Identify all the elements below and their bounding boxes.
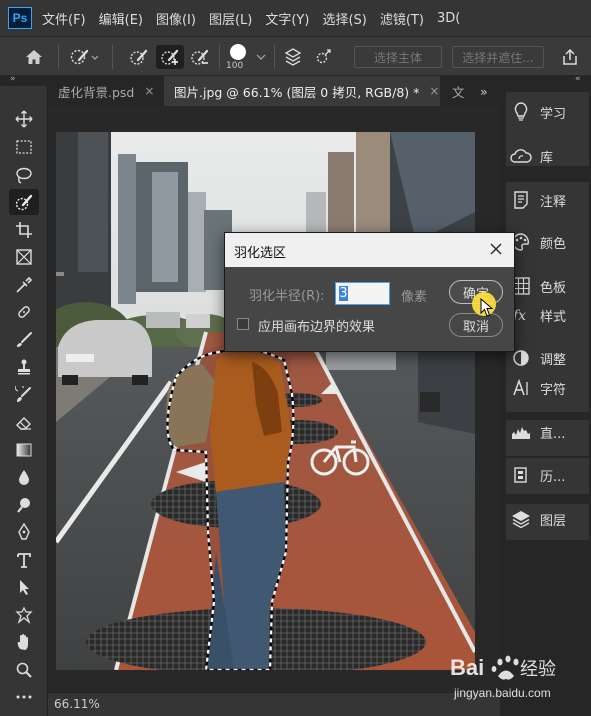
tab-overflow[interactable]: 文 [442,76,468,106]
close-icon[interactable]: × [429,84,439,98]
enhance-edge-icon[interactable] [310,37,336,77]
histogram-icon [506,418,536,446]
menu-image[interactable]: 图像(I) [156,9,196,28]
zoom-level[interactable]: 66.11% [54,697,100,711]
feather-radius-label: 羽化半径(R): [249,289,325,304]
toolbar [0,86,48,716]
panel-learn[interactable]: 学习 [506,95,589,129]
panel-character[interactable]: 字符 [506,371,589,405]
baidu-logo: Bai 经验 [450,655,556,680]
lasso-tool-icon[interactable] [9,162,39,188]
select-subject-button[interactable]: 选择主体 [354,46,442,68]
zoom-tool-icon[interactable] [9,657,39,683]
watermark-url: jingyan.baidu.com [454,686,551,700]
status-bar: 66.11% [48,692,500,716]
menu-select[interactable]: 选择(S) [322,9,366,28]
tab-image-jpg[interactable]: 图片.jpg @ 66.1% (图层 0 拷贝, RGB/8) * × [164,76,440,106]
tab-label: 虚化背景.psd [58,84,135,100]
menu-filter[interactable]: 滤镜(T) [380,9,424,28]
frame-tool-icon[interactable] [9,244,39,270]
sample-all-layers-icon[interactable] [280,37,306,77]
clone-stamp-tool-icon[interactable] [9,354,39,380]
notes-icon [506,186,536,214]
tab-label: 文 [452,84,465,100]
panel-libraries[interactable]: 库 [506,139,589,173]
custom-shape-tool-icon[interactable] [9,602,39,628]
hand-tool-icon[interactable] [9,629,39,655]
marquee-tool-icon[interactable] [9,134,39,160]
options-bar: 100 选择主体 选择并遮住... [0,36,591,76]
gradient-tool-icon[interactable] [9,437,39,463]
photoshop-logo: Ps [8,7,32,29]
panel-color[interactable]: 颜色 [506,225,589,259]
document-tabs: 虚化背景.psd × 图片.jpg @ 66.1% (图层 0 拷贝, RGB/… [48,76,500,106]
tool-preset-picker[interactable] [64,37,102,77]
more-tabs-icon[interactable]: » [472,76,500,106]
move-tool-icon[interactable] [9,106,39,132]
brush-size-picker[interactable] [224,41,252,63]
menu-type[interactable]: 文字(Y) [265,9,309,28]
panel-notes[interactable]: 注释 [506,183,589,217]
tab-blur-background-psd[interactable]: 虚化背景.psd × [48,76,164,106]
panel-history[interactable]: 历... [506,458,589,492]
share-icon[interactable] [556,37,584,77]
lightbulb-icon [506,98,536,126]
more-tools-icon[interactable] [9,684,39,710]
feather-selection-dialog: 羽化选区 羽化半径(R): 3 像素 确定 取消 应用画布边界的效果 [224,232,515,352]
menu-3d[interactable]: 3D( [437,11,460,26]
new-selection-brush-icon[interactable] [126,37,152,77]
svg-text:经验: 经验 [520,659,556,680]
path-selection-tool-icon[interactable] [9,574,39,600]
home-icon[interactable] [22,37,46,77]
cloud-library-icon [506,142,536,170]
panel-adjustments[interactable]: 调整 [506,341,589,375]
dialog-titlebar[interactable]: 羽化选区 [225,233,514,267]
brush-size-value: 100 [226,61,244,71]
add-to-selection-brush-icon[interactable] [156,45,184,69]
history-brush-tool-icon[interactable] [9,382,39,408]
photo-image [56,132,475,670]
svg-text:Bai: Bai [450,655,484,680]
history-icon [506,461,536,489]
menu-edit[interactable]: 编辑(E) [99,9,143,28]
character-icon [506,374,536,402]
menu-file[interactable]: 文件(F) [42,9,86,28]
eyedropper-tool-icon[interactable] [9,272,39,298]
blur-tool-icon[interactable] [9,464,39,490]
apply-canvas-bounds-checkbox[interactable] [237,318,249,330]
close-icon[interactable]: × [144,84,154,98]
close-icon[interactable] [486,239,506,259]
eraser-tool-icon[interactable] [9,409,39,435]
right-panel-dock: 学习 库 注释 颜色 色板 fx 样式 调整 字符 直... 历... 图层 [500,86,591,716]
expand-toolbar-icon[interactable]: » [10,74,16,84]
layers-icon [506,505,536,533]
canvas-area[interactable] [48,106,500,692]
menu-layer[interactable]: 图层(L) [209,9,252,28]
unit-label: 像素 [401,290,428,305]
menu-bar: Ps 文件(F) 编辑(E) 图像(I) 图层(L) 文字(Y) 选择(S) 滤… [0,0,591,36]
cancel-button[interactable]: 取消 [449,313,503,337]
subtract-from-selection-brush-icon[interactable] [187,37,213,77]
quick-selection-tool-icon[interactable] [9,189,39,215]
panel-histogram[interactable]: 直... [506,415,589,449]
chevron-down-icon[interactable] [254,37,268,77]
panel-layers[interactable]: 图层 [506,502,589,536]
type-tool-icon[interactable] [9,547,39,573]
dialog-title: 羽化选区 [234,246,287,261]
tab-label: 图片.jpg @ 66.1% (图层 0 拷贝, RGB/8) * [174,84,420,100]
baidu-watermark: Bai 经验 jingyan.baidu.com [448,648,588,708]
document-canvas[interactable] [56,132,475,670]
pen-tool-icon[interactable] [9,519,39,545]
healing-brush-tool-icon[interactable] [9,299,39,325]
apply-canvas-bounds-label: 应用画布边界的效果 [258,320,376,335]
collapse-panels-icon[interactable]: « [575,74,581,84]
panel-styles[interactable]: fx 样式 [506,298,589,332]
brush-tool-icon[interactable] [9,327,39,353]
mouse-pointer-icon [480,298,494,317]
crop-tool-icon[interactable] [9,217,39,243]
dodge-tool-icon[interactable] [9,492,39,518]
feather-radius-selected-text: 3 [339,286,348,301]
select-and-mask-button[interactable]: 选择并遮住... [452,46,544,68]
